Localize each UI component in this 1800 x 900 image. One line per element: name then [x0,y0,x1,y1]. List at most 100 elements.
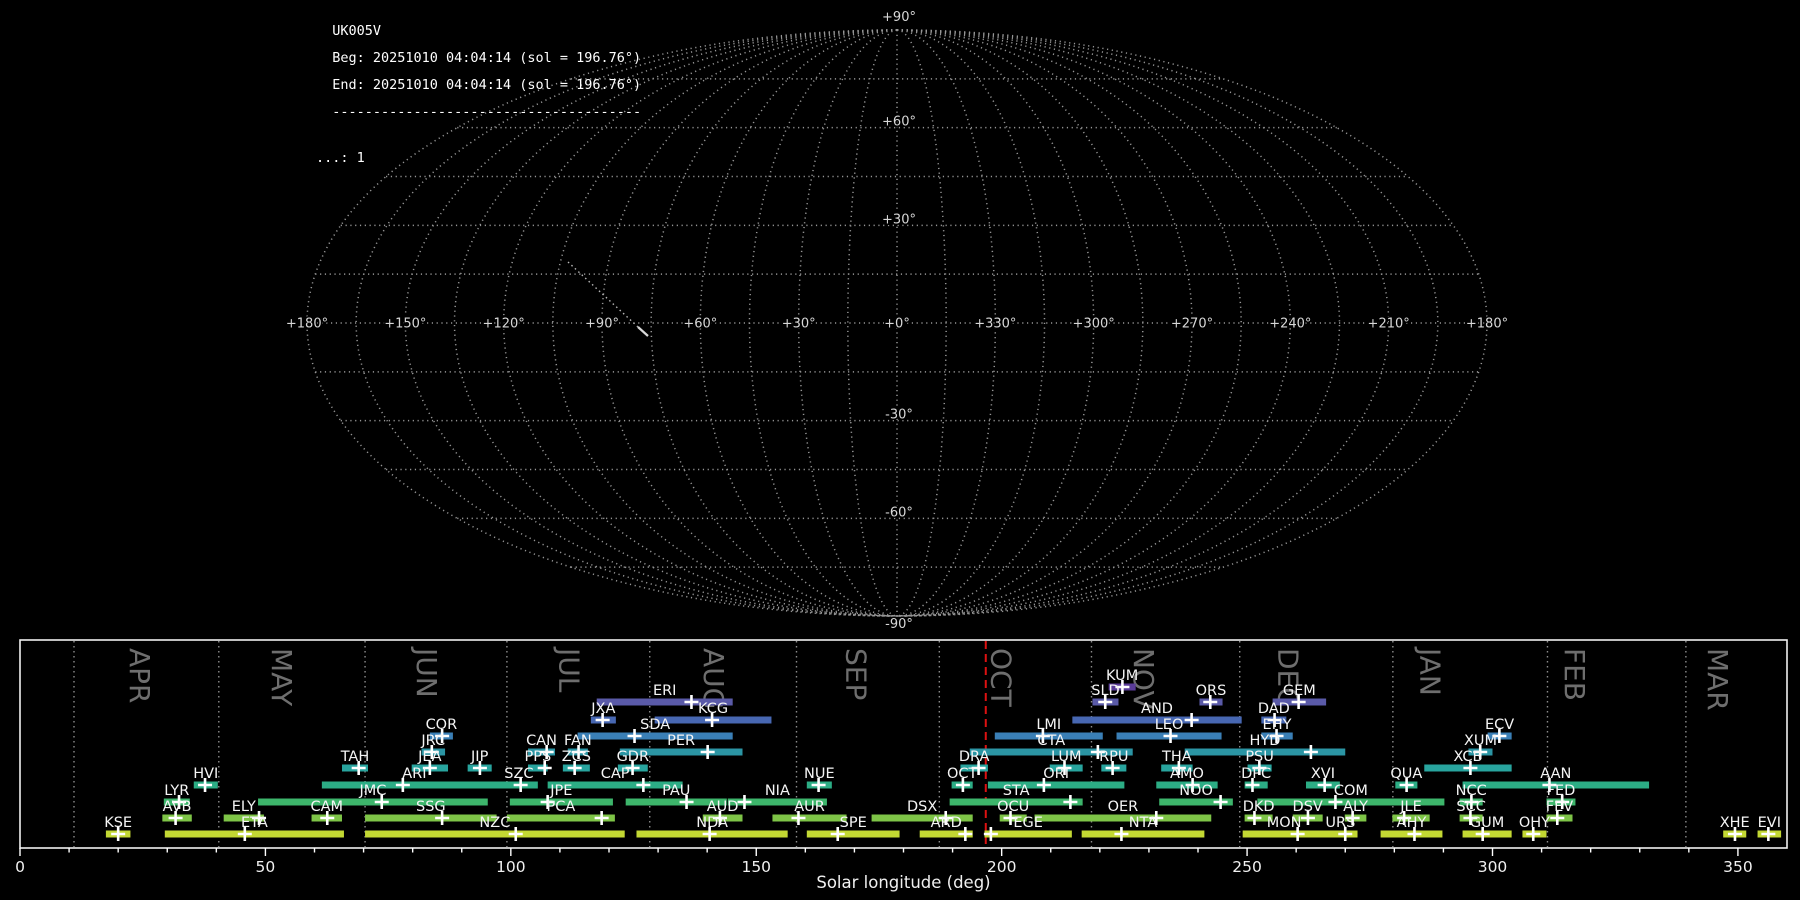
shower-bar-ETA [164,830,344,838]
latitude-label-north-pole: +90° [882,10,916,25]
meteor-count: ...: 1 [316,150,365,166]
shower-label: DPC [1241,766,1271,782]
latitude-label: +30° [882,212,916,227]
radiant-map-and-activity-chart: +180° +150° +120° +90° +60° +30° +0° +330° +300°… [15,9,1788,892]
longitude-label: +60° [683,317,717,332]
month-label: JUN [410,646,443,698]
shower-label: ORI [1043,766,1069,782]
longitude-label: +300° [1073,317,1115,332]
shower-label: CAN [526,733,557,749]
peak-marker [594,811,609,825]
shower-label: NDA [696,815,728,831]
latitude-label: -30° [885,408,913,423]
peak-marker [1213,795,1228,809]
shower-label: COM [1334,783,1368,799]
shower-label: PCA [546,799,575,815]
shower-bar-ARI [321,781,507,789]
axis-tick-label: 300 [1478,858,1508,876]
shower-label: OCU [997,799,1029,815]
longitude-label: +180° [1466,317,1508,332]
peak-marker [684,695,699,709]
shower-label: AHY [1397,815,1427,831]
shower-bar-SDA [577,732,733,740]
shower-label: ARI [402,766,426,782]
longitude-label: +330° [974,317,1016,332]
shower-label: DRA [959,749,990,765]
shower-label: LEO [1155,717,1184,733]
shower-label: AAN [1540,766,1571,782]
shower-label: THA [1161,749,1192,765]
shower-label: ZCS [562,749,591,765]
shower-label: XVI [1311,766,1335,782]
shower-label: ERI [653,683,677,699]
end-time: End: 20251010 04:04:14 (sol = 196.76°) [332,76,642,93]
axis-tick-label: 0 [15,858,25,876]
axis-tick-label: 100 [496,858,526,876]
month-label: MAR [1701,648,1734,711]
shower-bar-NTA [1081,830,1205,838]
shower-bar-SSG [365,814,497,822]
shower-label: DSX [907,799,937,815]
peak-marker [508,827,523,841]
shower-label: AMO [1170,766,1204,782]
shower-label: ELY [232,799,256,815]
month-label: MAY [265,648,298,707]
month-label: JUL [552,646,585,693]
shower-bar-AUR [772,814,847,822]
shower-label: DKD [1243,799,1275,815]
axis-tick-label: 200 [987,858,1017,876]
month-label: OCT [985,648,1018,708]
shower-label: LMI [1036,717,1061,733]
shower-label: URS [1325,815,1355,831]
shower-label: ALY [1343,799,1368,815]
longitude-label: +30° [782,317,816,332]
peak-marker [737,795,752,809]
shower-bar-JMC [258,798,488,806]
month-label: APR [123,648,156,704]
peak-marker [700,745,715,759]
longitude-label: +90° [585,317,619,332]
month-label: FEB [1558,648,1591,701]
shower-label: AND [1141,701,1173,717]
shower-label: NZC [479,815,510,831]
shower-label: AUD [707,799,739,815]
shower-label: GUM [1470,815,1504,831]
shower-label: AVB [163,799,192,815]
latitude-label-south-pole: -90° [885,617,913,632]
shower-bar-NZC [365,830,625,838]
longitude-label: +0° [884,317,910,332]
shower-label: CAP [601,766,630,782]
longitude-label: +240° [1269,317,1311,332]
shower-label: LYR [164,783,189,799]
shower-label: XCB [1453,749,1482,765]
axis-tick-label: 50 [256,858,276,876]
activity-timeline-chart: APR MAY JUN JUL AUG SEP OCT NOV DEC JAN FEB MARKUME… [15,639,1788,892]
shower-label: JPE [549,783,572,799]
sky-grid-meridian [748,29,898,617]
shower-label: STA [1003,783,1030,799]
shower-label: NOO [1179,783,1213,799]
longitude-label: +210° [1368,317,1410,332]
begin-time: Beg: 20251010 04:04:14 (sol = 196.76°) [332,49,642,66]
peak-marker [636,778,651,792]
peak-marker [1184,713,1199,727]
shower-label: SZC [504,766,533,782]
separator-line: -------------------------------------- [332,103,642,120]
shower-label: NTA [1129,815,1158,831]
shower-label: EGE [1013,815,1043,831]
shower-label: HYD [1250,733,1281,749]
month-label: JAN [1414,646,1447,696]
axis-tick-label: 350 [1723,858,1753,876]
axis-tick-label: 150 [741,858,771,876]
shower-label: TAH [340,749,370,765]
shower-label: FEV [1546,799,1574,815]
shower-label: CTA [1037,733,1065,749]
shower-label: PER [667,733,695,749]
shower-label: LUM [1051,749,1081,765]
shower-bar-OER [1034,814,1212,822]
shower-label: OER [1108,799,1139,815]
peak-marker [1303,745,1318,759]
shower-label: PPS [524,749,551,765]
shower-label: NIA [765,783,790,799]
shower-label: SPE [840,815,867,831]
